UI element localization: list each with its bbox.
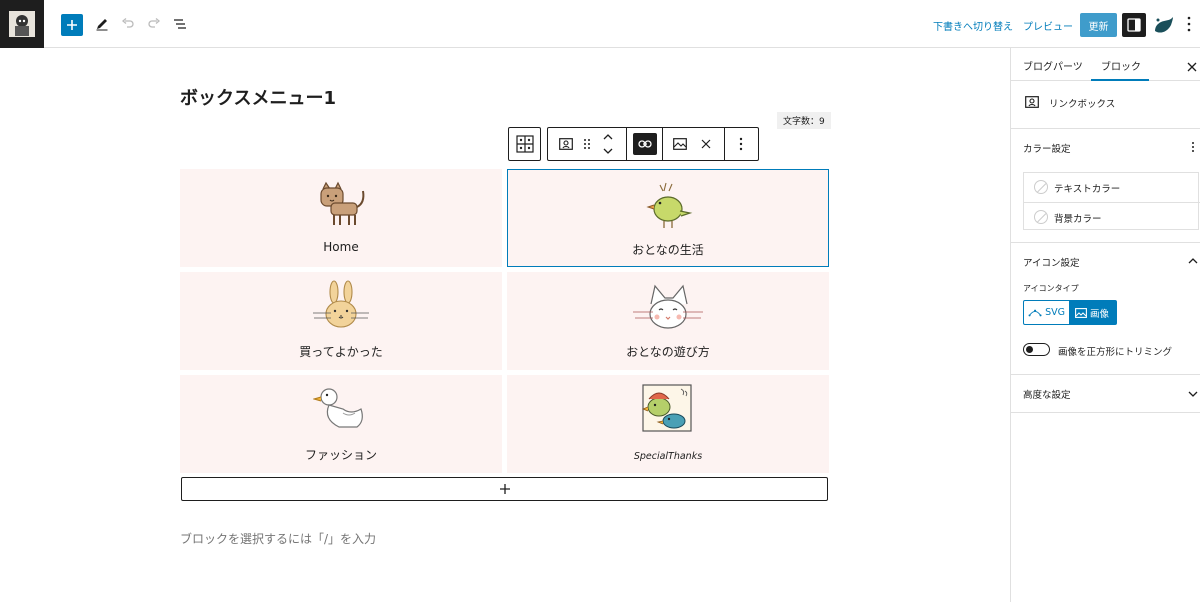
block-placeholder-text[interactable]: ブロックを選択するには「/」を入力	[180, 530, 376, 547]
undo-icon	[121, 18, 134, 28]
redo-icon	[148, 18, 161, 28]
square-crop-toggle[interactable]	[1023, 343, 1050, 356]
settings-sidebar: ブログパーツ ブロック リンクボックス カラー設定 テキストカラー 背景カラー …	[1010, 48, 1200, 602]
menu-box-life[interactable]: おとなの生活	[507, 169, 829, 267]
more-vertical-icon[interactable]	[1191, 141, 1195, 153]
drag-handle[interactable]	[580, 128, 594, 160]
svg-option-label: SVG	[1045, 307, 1065, 318]
advanced-settings-title: 高度な設定	[1023, 390, 1071, 401]
icon-settings-title[interactable]: アイコン設定	[1023, 255, 1080, 269]
close-icon	[701, 139, 711, 149]
empty-swatch-icon	[1034, 210, 1048, 224]
cat-icon	[320, 181, 365, 225]
drag-handle-icon	[584, 139, 590, 149]
image-icon	[1075, 307, 1087, 318]
block-card: リンクボックス	[1011, 81, 1200, 129]
sidebar-tabs: ブログパーツ ブロック	[1011, 48, 1200, 81]
icon-type-label: アイコンタイプ	[1023, 284, 1079, 293]
image-option-label: 画像	[1090, 308, 1110, 320]
link-button[interactable]	[630, 128, 660, 160]
icon-type-image-option[interactable]: 画像	[1070, 300, 1117, 325]
menu-box-label: 買ってよかった	[299, 345, 383, 359]
tab-block[interactable]: ブロック	[1101, 58, 1141, 73]
birds-picture-icon	[641, 384, 692, 432]
icon-type-svg-option[interactable]: SVG	[1023, 300, 1070, 325]
pencil-icon	[96, 19, 108, 31]
editor-canvas: ボックスメニュー1 文字数：9 Home おとなの生活 買ってよかった おとなの…	[0, 48, 1010, 602]
remove-image-button[interactable]	[696, 128, 716, 160]
more-vertical-icon	[1187, 16, 1191, 32]
menu-box-play[interactable]: おとなの遊び方	[507, 272, 829, 370]
sidebar-panel-icon	[1127, 18, 1141, 32]
site-logo-icon	[9, 11, 35, 37]
cat-face-icon	[633, 284, 703, 329]
menu-box-label: ファッション	[304, 448, 377, 462]
empty-swatch-icon	[1034, 180, 1048, 194]
close-sidebar-button[interactable]	[1187, 57, 1199, 72]
parent-block-button[interactable]	[508, 127, 541, 161]
grid-block-icon	[515, 135, 534, 153]
site-logo-button[interactable]	[0, 0, 44, 48]
menu-box-label: Home	[323, 240, 359, 254]
toolbar-separator	[662, 128, 663, 160]
menu-box-fashion[interactable]: ファッション	[180, 375, 502, 473]
plus-icon	[499, 484, 510, 494]
leaf-plugin-icon	[1155, 17, 1173, 33]
list-view-icon	[174, 19, 186, 29]
image-icon	[673, 138, 687, 150]
undo-button[interactable]	[118, 14, 138, 34]
background-color-label: 背景カラー	[1054, 214, 1102, 225]
add-block-button[interactable]	[61, 14, 83, 36]
link-button-active	[633, 133, 657, 155]
toolbar-separator	[724, 128, 725, 160]
menu-box-home[interactable]: Home	[180, 169, 502, 267]
menu-box-good-buys[interactable]: 買ってよかった	[180, 272, 502, 370]
editor-top-toolbar: 下書きへ切り替え プレビュー 更新	[0, 0, 1200, 48]
preview-link[interactable]: プレビュー	[1023, 18, 1073, 33]
background-color-option[interactable]: 背景カラー	[1024, 202, 1200, 231]
color-settings-title: カラー設定	[1023, 144, 1071, 155]
menu-box-label: おとなの遊び方	[626, 345, 710, 359]
document-overview-button[interactable]	[170, 14, 190, 34]
chevron-up-down-icon	[603, 134, 613, 154]
text-color-label: テキストカラー	[1054, 184, 1121, 195]
block-name: リンクボックス	[1049, 99, 1116, 110]
close-icon	[1187, 62, 1197, 72]
update-button[interactable]: 更新	[1080, 13, 1117, 37]
move-up-down-button[interactable]	[598, 128, 618, 160]
replace-image-button[interactable]	[670, 128, 690, 160]
chevron-up-icon[interactable]	[1188, 258, 1198, 264]
plus-icon	[67, 20, 77, 30]
rabbit-icon	[313, 280, 369, 328]
character-count-badge: 文字数：9	[777, 112, 831, 129]
block-toolbar	[547, 127, 759, 161]
advanced-settings-panel[interactable]: 高度な設定	[1011, 375, 1200, 413]
duck-icon	[313, 388, 363, 428]
options-button[interactable]	[1183, 14, 1195, 34]
svg-curve-icon	[1028, 309, 1042, 316]
link-box-icon	[1025, 96, 1039, 108]
switch-to-draft-link[interactable]: 下書きへ切り替え	[933, 18, 1013, 33]
settings-toggle-button[interactable]	[1122, 13, 1146, 37]
toolbar-separator	[626, 128, 627, 160]
color-options: テキストカラー 背景カラー	[1023, 172, 1200, 231]
redo-button[interactable]	[144, 14, 164, 34]
post-title[interactable]: ボックスメニュー1	[180, 84, 336, 110]
menu-box-special-thanks[interactable]: SpecialThanks	[507, 375, 829, 473]
plugin-button[interactable]	[1152, 14, 1176, 36]
menu-box-label: おとなの生活	[632, 243, 704, 257]
link-icon	[638, 140, 652, 148]
more-vertical-icon	[739, 137, 743, 151]
link-box-icon	[559, 138, 573, 150]
block-options-button[interactable]	[732, 128, 750, 160]
tools-button[interactable]	[92, 14, 112, 34]
chevron-down-icon	[1188, 391, 1198, 397]
block-type-button[interactable]	[556, 128, 576, 160]
tab-blog-parts[interactable]: ブログパーツ	[1023, 58, 1083, 73]
add-item-button[interactable]	[181, 477, 828, 501]
text-color-option[interactable]: テキストカラー	[1024, 173, 1200, 202]
square-crop-label: 画像を正方形にトリミング	[1058, 347, 1173, 358]
bird-icon	[646, 182, 693, 228]
menu-box-label: SpecialThanks	[633, 451, 703, 462]
